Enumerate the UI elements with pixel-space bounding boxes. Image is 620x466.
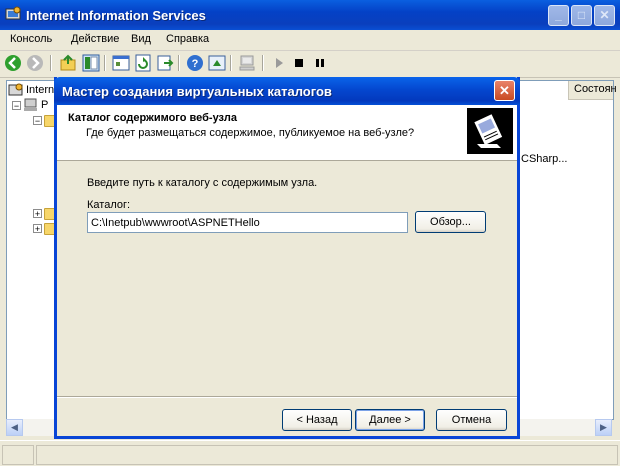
next-button[interactable]: Далее > <box>355 409 425 431</box>
svg-text:?: ? <box>192 58 199 70</box>
wizard-header-subtitle: Где будет размещаться содержимое, публик… <box>86 127 415 139</box>
back-icon[interactable] <box>4 54 22 72</box>
menu-bar: Консоль Действие Вид Справка <box>0 30 620 51</box>
toolbar-separator <box>230 55 232 71</box>
status-bar <box>0 440 620 466</box>
properties-icon[interactable] <box>112 54 130 72</box>
dialog-close-button[interactable]: ✕ <box>494 80 515 101</box>
close-main-button[interactable]: ✕ <box>594 5 615 26</box>
main-title-bar[interactable]: Internet Information Services _ □ ✕ <box>0 0 620 30</box>
toolbar-separator <box>262 55 264 71</box>
play-icon[interactable] <box>270 54 288 72</box>
expand-icon[interactable]: + <box>33 209 42 219</box>
toolbar-separator <box>50 55 52 71</box>
directory-prompt: Введите путь к каталогу с содержимым узл… <box>87 177 318 189</box>
menu-action[interactable]: Действие <box>71 33 119 45</box>
toolbar-separator <box>178 55 180 71</box>
wizard-icon <box>467 108 513 154</box>
menu-view[interactable]: Вид <box>131 33 151 45</box>
properties-sheet-icon[interactable] <box>208 54 226 72</box>
export-icon[interactable] <box>156 54 174 72</box>
dialog-title: Мастер создания виртуальных каталогов <box>62 84 332 99</box>
refresh-icon[interactable] <box>134 54 152 72</box>
dialog-title-bar[interactable]: Мастер создания виртуальных каталогов <box>54 77 520 105</box>
collapse-icon[interactable]: − <box>33 116 42 126</box>
column-header-status[interactable]: Состоян <box>568 81 617 100</box>
list-item-text[interactable]: CSharp... <box>521 153 567 165</box>
collapse-icon[interactable]: − <box>12 101 21 111</box>
forward-icon[interactable] <box>26 54 44 72</box>
expand-icon[interactable]: + <box>33 224 42 234</box>
toolbar: ? <box>0 51 620 78</box>
iis-app-icon <box>5 6 21 20</box>
computer-icon[interactable] <box>238 54 256 72</box>
toolbar-separator <box>104 55 106 71</box>
status-cell <box>36 445 618 465</box>
maximize-button[interactable]: □ <box>571 5 592 26</box>
menu-help[interactable]: Справка <box>166 33 209 45</box>
show-tree-icon[interactable] <box>82 54 100 72</box>
tree-root-label[interactable]: Intern <box>26 84 54 96</box>
scroll-left-icon[interactable]: ◀ <box>6 419 23 436</box>
dialog-separator <box>57 396 517 398</box>
tree-node-label[interactable]: Р <box>41 99 48 111</box>
computer-node-icon <box>24 98 37 111</box>
directory-path-input[interactable] <box>87 212 408 233</box>
status-cell <box>2 445 34 465</box>
directory-label: Каталог: <box>87 199 131 211</box>
pause-icon[interactable] <box>311 54 329 72</box>
menu-console[interactable]: Консоль <box>10 33 52 45</box>
browse-button[interactable]: Обзор... <box>415 211 486 233</box>
help-icon[interactable]: ? <box>186 54 204 72</box>
main-window-title: Internet Information Services <box>26 8 206 23</box>
up-icon[interactable] <box>59 54 77 72</box>
iis-tree-icon <box>8 83 23 96</box>
wizard-header-title: Каталог содержимого веб-узла <box>68 112 237 124</box>
scroll-right-icon[interactable]: ▶ <box>595 419 612 436</box>
column-header-label: Состоян <box>574 83 617 95</box>
back-button[interactable]: < Назад <box>282 409 352 431</box>
cancel-button[interactable]: Отмена <box>436 409 507 431</box>
minimize-button[interactable]: _ <box>548 5 569 26</box>
stop-icon[interactable] <box>290 54 308 72</box>
